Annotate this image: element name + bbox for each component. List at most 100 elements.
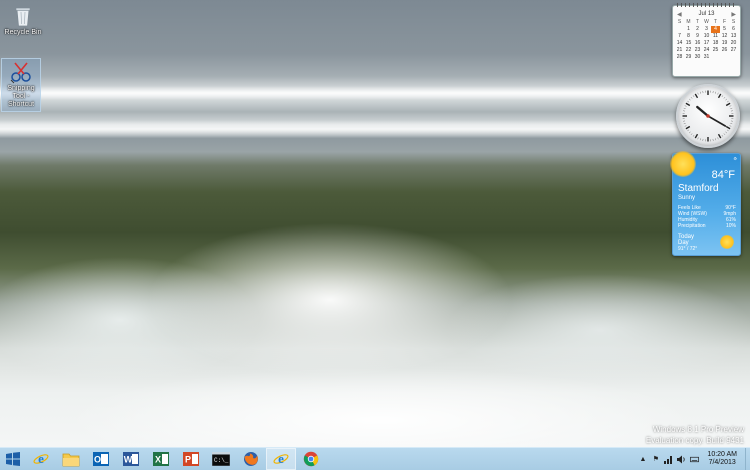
calendar-day[interactable]: 14: [675, 40, 684, 47]
calendar-day[interactable]: 28: [675, 54, 684, 61]
desktop-icon-label: Snipping Tool - Shortcut: [2, 85, 40, 109]
calendar-day[interactable]: 31: [702, 54, 711, 61]
taskbar-internet-explorer[interactable]: e: [26, 448, 56, 470]
clock-tick: [693, 95, 694, 97]
calendar-day[interactable]: 19: [720, 40, 729, 47]
taskbar-outlook[interactable]: O: [86, 448, 116, 470]
clock-tick: [687, 130, 689, 131]
next-month-icon[interactable]: ▶: [731, 11, 736, 18]
clock-tick: [724, 97, 725, 98]
outlook-icon: O: [93, 451, 109, 467]
taskbar-word[interactable]: W: [116, 448, 146, 470]
weather-gadget[interactable]: ⚙ 84°F Stamford Sunny Feels Like 90°F Wi…: [672, 153, 741, 256]
desktop-icon-snipping-tool[interactable]: Snipping Tool - Shortcut: [1, 58, 41, 112]
calendar-day[interactable]: 5: [720, 26, 729, 33]
clock-tick: [727, 130, 729, 131]
weather-settings-icon[interactable]: ⚙: [733, 156, 737, 161]
previous-month-icon[interactable]: ◀: [677, 11, 682, 18]
calendar-weekday: S: [675, 19, 684, 26]
calendar-weekday: F: [720, 19, 729, 26]
taskbar-chrome[interactable]: [296, 448, 326, 470]
action-center-flag-icon[interactable]: ⚑: [651, 455, 660, 464]
forecast-range: 91° / 72°: [678, 246, 697, 252]
keyboard-icon[interactable]: [690, 455, 699, 464]
taskbar-file-explorer[interactable]: [56, 448, 86, 470]
excel-icon: X: [153, 451, 169, 467]
calendar-day[interactable]: 21: [675, 47, 684, 54]
svg-text:C:\_: C:\_: [214, 457, 229, 464]
calendar-day[interactable]: 10: [702, 33, 711, 40]
weather-detail-label: Precipitation: [678, 223, 706, 229]
calendar-day[interactable]: 23: [693, 47, 702, 54]
svg-text:X: X: [155, 455, 161, 465]
clock-minute-hand: [708, 116, 725, 126]
clock-gadget[interactable]: [676, 84, 740, 148]
weather-details: Feels Like 90°F Wind (WSW) 9mph Humidity…: [678, 205, 736, 229]
internet-explorer-icon: e: [33, 451, 49, 467]
calendar-day[interactable]: 22: [684, 47, 693, 54]
calendar-day[interactable]: 18: [711, 40, 720, 47]
calendar-day[interactable]: 11: [711, 33, 720, 40]
watermark-edition: Windows 8.1 Pro Preview: [646, 424, 744, 435]
calendar-day[interactable]: 12: [720, 33, 729, 40]
taskbar-command-prompt[interactable]: C:\_: [206, 448, 236, 470]
svg-text:e: e: [38, 451, 44, 466]
taskbar-excel[interactable]: X: [146, 448, 176, 470]
calendar-day[interactable]: 26: [720, 47, 729, 54]
calendar-day[interactable]: 30: [693, 54, 702, 61]
windows-watermark: Windows 8.1 Pro Preview Evaluation copy.…: [646, 424, 744, 446]
clock-tick: [722, 95, 723, 97]
calendar-empty-cell: [711, 54, 720, 61]
calendar-day[interactable]: 1: [684, 26, 693, 33]
calendar-month: Jul 13: [698, 11, 714, 17]
calendar-day[interactable]: 3: [702, 26, 711, 33]
clock-tick: [730, 108, 732, 109]
calendar-day[interactable]: 13: [729, 33, 738, 40]
clock-tick: [726, 127, 730, 129]
calendar-day[interactable]: 17: [702, 40, 711, 47]
calendar-day[interactable]: 25: [711, 47, 720, 54]
svg-text:W: W: [124, 455, 133, 465]
network-icon[interactable]: [664, 455, 673, 464]
taskbar-clock[interactable]: 10:20 AM 7/4/2013: [701, 451, 745, 467]
calendar-day[interactable]: 16: [693, 40, 702, 47]
clock-tick: [718, 93, 719, 95]
volume-icon[interactable]: [677, 455, 686, 464]
calendar-binding-rings: [677, 3, 736, 7]
clock-tick: [719, 134, 721, 138]
start-button[interactable]: [0, 448, 26, 470]
calendar-weekday: M: [684, 19, 693, 26]
taskbar-firefox[interactable]: [236, 448, 266, 470]
clock-tick: [724, 133, 725, 134]
calendar-day[interactable]: 9: [693, 33, 702, 40]
calendar-gadget[interactable]: ◀ Jul 13 ▶ SMTWTFS1234567891011121314151…: [672, 5, 741, 77]
taskbar-internet-explorer-2[interactable]: e: [266, 448, 296, 470]
clock-tick: [722, 135, 723, 137]
clock-center-pin: [706, 114, 710, 118]
clock-tick: [695, 94, 697, 98]
clock-tick: [686, 127, 690, 129]
calendar-day[interactable]: 20: [729, 40, 738, 47]
calendar-day[interactable]: 15: [684, 40, 693, 47]
show-desktop-button[interactable]: [745, 448, 750, 470]
calendar-day[interactable]: 7: [675, 33, 684, 40]
show-hidden-icons-icon[interactable]: ▲: [638, 455, 647, 464]
desktop-icon-recycle-bin[interactable]: Recycle Bin: [3, 4, 43, 37]
svg-text:P: P: [185, 455, 191, 465]
calendar-empty-cell: [720, 54, 729, 61]
clock-tick: [700, 138, 701, 140]
calendar-day[interactable]: 29: [684, 54, 693, 61]
calendar-day[interactable]: 27: [729, 47, 738, 54]
calendar-weekday: W: [702, 19, 711, 26]
calendar-day[interactable]: 24: [702, 47, 711, 54]
calendar-day[interactable]: 8: [684, 33, 693, 40]
calendar-day[interactable]: 2: [693, 26, 702, 33]
recycle-bin-icon: [11, 4, 35, 28]
clock-tick: [725, 132, 726, 133]
calendar-day[interactable]: 6: [729, 26, 738, 33]
desktop-wallpaper: [0, 0, 750, 447]
windows-logo-icon: [6, 452, 20, 466]
calendar-day-today[interactable]: 4: [711, 26, 720, 33]
clock-tick: [726, 103, 730, 105]
taskbar-powerpoint[interactable]: P: [176, 448, 206, 470]
